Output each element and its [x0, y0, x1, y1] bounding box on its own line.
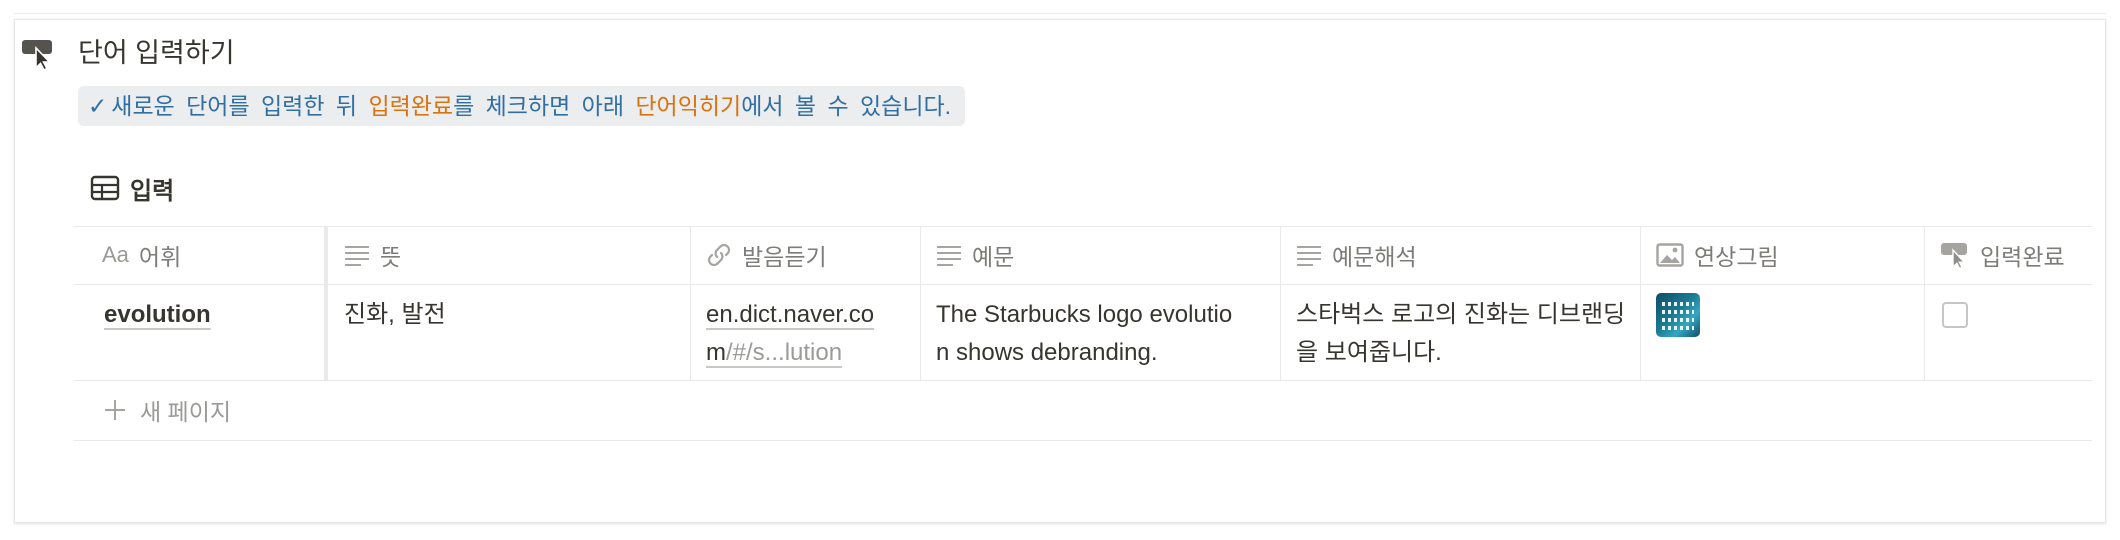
callout-title: 단어 입력하기: [78, 38, 235, 68]
image-icon: [1656, 243, 1684, 267]
completed-checkbox[interactable]: [1942, 302, 1968, 328]
header-bottom-border: [74, 284, 2092, 285]
table-icon: [90, 175, 120, 201]
hint-highlight-complete: 입력완료: [368, 93, 454, 119]
table-bottom-border: [74, 440, 2092, 441]
column-header-pronunciation[interactable]: 발음듣기: [706, 226, 827, 284]
cell-translation[interactable]: 스타벅스 로고의 진화는 디브랜딩 을 보여줍니다.: [1296, 296, 1625, 372]
cell-pronunciation-link[interactable]: en.dict.naver.co m/#/s...lution: [706, 296, 874, 372]
column-header-image[interactable]: 연상그림: [1656, 226, 1779, 284]
column-header-translation[interactable]: 예문해석: [1296, 226, 1417, 284]
starbucks-logo-thumbnail[interactable]: [1656, 293, 1700, 337]
column-header-example[interactable]: 예문: [936, 226, 1014, 284]
cell-word[interactable]: evolution: [104, 296, 211, 334]
cell-example[interactable]: The Starbucks logo evolutio n shows debr…: [936, 296, 1232, 372]
cursor-hand-icon: [1941, 243, 1967, 269]
column-header-word[interactable]: Aa 어휘: [102, 226, 181, 284]
check-icon: ✓: [88, 93, 108, 119]
cursor-hand-icon: [22, 40, 52, 72]
cell-meaning[interactable]: 진화, 발전: [344, 296, 446, 334]
top-divider: [14, 13, 2106, 14]
link-icon: [707, 243, 731, 267]
title-icon: Aa: [102, 242, 129, 267]
new-page-button[interactable]: 새 페이지: [104, 393, 231, 427]
row-bottom-border: [74, 380, 2092, 381]
callout-hint: ✓ 새로운 단어를 입력한 뒤 입력완료를 체크하면 아래 단어익히기에서 볼 수…: [78, 86, 966, 126]
frozen-column-divider[interactable]: [324, 226, 328, 381]
text-lines-icon: [1297, 246, 1321, 266]
text-lines-icon: [345, 246, 369, 266]
database-title[interactable]: 입력: [90, 170, 174, 206]
column-header-completed[interactable]: 입력완료: [1940, 226, 2065, 284]
plus-icon: [105, 400, 125, 420]
hint-highlight-learn: 단어익히기: [635, 93, 742, 119]
text-lines-icon: [937, 246, 961, 266]
column-header-meaning[interactable]: 뜻: [344, 226, 401, 284]
